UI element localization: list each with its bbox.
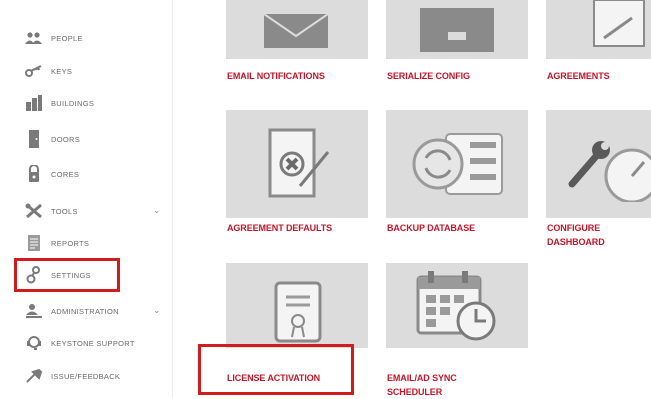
sidebar-item-label: TOOLS [51, 206, 78, 216]
license-activation-highlight-box [198, 344, 354, 395]
sidebar-item-issue-feedback[interactable]: ISSUE/FEEDBACK [24, 365, 120, 387]
chevron-down-icon[interactable]: ⌄ [153, 205, 161, 216]
backup-database-label[interactable]: BACKUP DATABASE [387, 221, 475, 235]
sidebar-item-label: REPORTS [51, 238, 90, 248]
serialize-config-label[interactable]: SERIALIZE CONFIG [387, 69, 470, 83]
agreement-icon [592, 0, 648, 48]
email-notifications-label[interactable]: EMAIL NOTIFICATIONS [227, 69, 325, 83]
sidebar: PEOPLE KEYS BUILDINGS DOORS CORES TOOLS … [0, 0, 172, 398]
configure-dashboard-icon [568, 132, 651, 202]
agreement-defaults-label[interactable]: AGREEMENT DEFAULTS [227, 221, 332, 235]
sidebar-item-label: BUILDINGS [51, 98, 95, 108]
lock-core-icon [24, 164, 44, 184]
email-ad-sync-scheduler-label[interactable]: EMAIL/AD SYNC SCHEDULER [387, 371, 507, 399]
sidebar-item-label: KEYSTONE SUPPORT [51, 338, 135, 348]
calendar-clock-icon [416, 269, 498, 345]
sidebar-item-tools[interactable]: TOOLS [24, 200, 78, 222]
agreement-defaults-icon [268, 128, 334, 200]
backup-database-icon [408, 128, 508, 200]
sidebar-divider [172, 0, 173, 398]
configure-dashboard-tile[interactable] [546, 110, 651, 218]
serialize-icon [420, 8, 494, 52]
keys-icon [24, 61, 44, 81]
sidebar-item-label: ISSUE/FEEDBACK [51, 371, 121, 381]
sidebar-item-people[interactable]: PEOPLE [24, 27, 83, 49]
agreements-tile[interactable] [546, 0, 651, 59]
serialize-config-tile[interactable] [386, 0, 528, 59]
sidebar-item-label: KEYS [51, 66, 73, 76]
sidebar-item-label: ADMINISTRATION [51, 306, 119, 316]
sidebar-item-keys[interactable]: KEYS [24, 60, 72, 82]
agreement-defaults-tile[interactable] [226, 110, 368, 218]
email-icon [264, 14, 328, 50]
administration-icon [24, 301, 44, 321]
license-icon [274, 281, 322, 343]
backup-database-tile[interactable] [386, 110, 528, 218]
sidebar-item-doors[interactable]: DOORS [24, 128, 80, 150]
support-icon [24, 333, 44, 353]
feedback-icon [24, 366, 44, 386]
agreements-label[interactable]: AGREEMENTS [547, 69, 610, 83]
settings-highlight-box [14, 258, 120, 292]
sidebar-item-label: DOORS [51, 134, 81, 144]
sidebar-item-cores[interactable]: CORES [24, 163, 79, 185]
sidebar-item-administration[interactable]: ADMINISTRATION [24, 300, 119, 322]
sidebar-item-reports[interactable]: REPORTS [24, 232, 89, 254]
configure-dashboard-label[interactable]: CONFIGURE DASHBOARD [547, 221, 647, 249]
people-icon [24, 28, 44, 48]
sidebar-item-buildings[interactable]: BUILDINGS [24, 92, 94, 114]
report-icon [24, 233, 44, 253]
sidebar-item-label: PEOPLE [51, 33, 83, 43]
buildings-icon [24, 93, 44, 113]
tools-icon [24, 201, 44, 221]
sidebar-item-label: CORES [51, 169, 80, 179]
door-icon [24, 129, 44, 149]
email-notifications-tile[interactable] [226, 0, 368, 59]
sidebar-item-keystone-support[interactable]: KEYSTONE SUPPORT [24, 332, 135, 354]
chevron-down-icon[interactable]: ⌄ [153, 305, 161, 316]
license-activation-tile[interactable] [226, 263, 368, 348]
email-ad-sync-scheduler-tile[interactable] [386, 263, 528, 348]
